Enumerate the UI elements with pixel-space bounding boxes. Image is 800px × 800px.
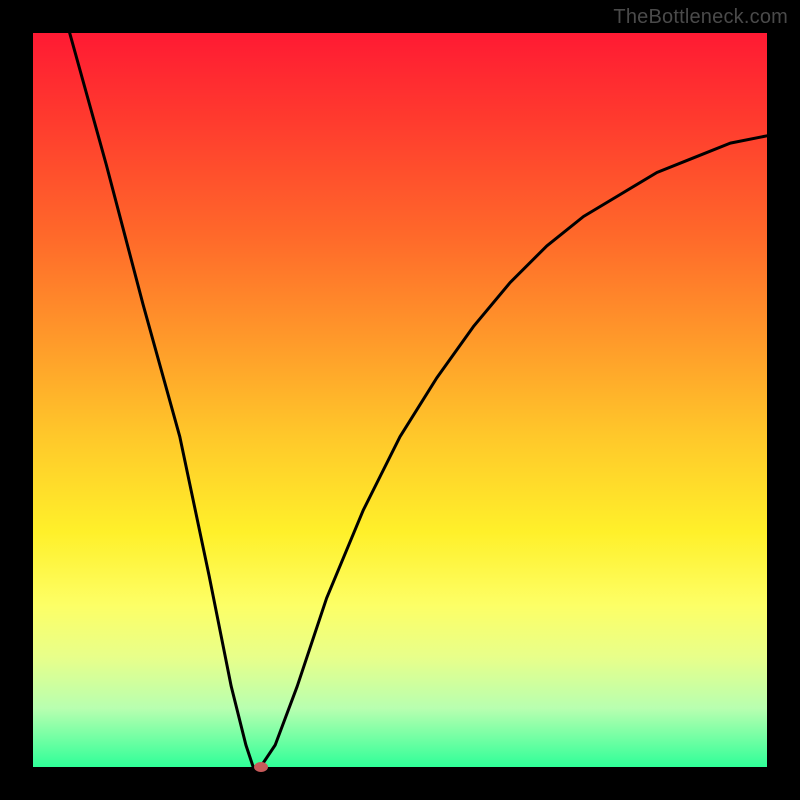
curve-svg	[33, 33, 767, 767]
watermark: TheBottleneck.com	[613, 6, 788, 29]
bottleneck-curve-line	[70, 33, 767, 767]
optimum-marker	[254, 762, 268, 772]
plot-area	[33, 33, 767, 767]
chart-frame: TheBottleneck.com	[0, 0, 800, 800]
